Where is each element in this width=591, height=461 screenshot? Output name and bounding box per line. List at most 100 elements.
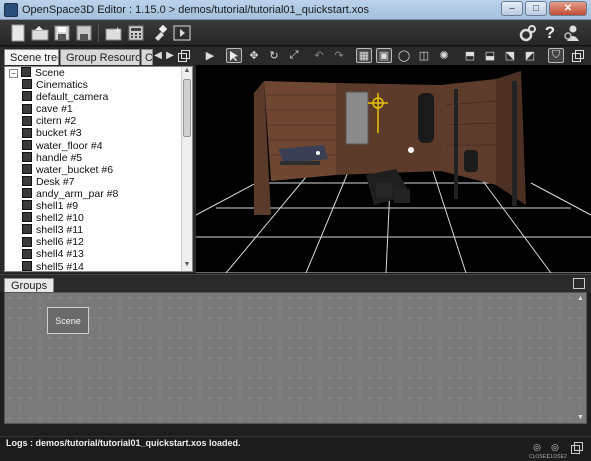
tree-item[interactable]: Desk #7	[5, 176, 192, 188]
tree-item-label: andy_arm_par #8	[36, 187, 119, 200]
groups-canvas[interactable]: Scene ▲ ▼	[4, 292, 587, 424]
groups-scroll-down-icon[interactable]: ▼	[577, 414, 584, 421]
tree-item-label: default_camera	[36, 91, 109, 104]
close-right-label: CLOSE2	[547, 454, 567, 460]
tab-scroll-left-icon[interactable]: ◀	[152, 50, 164, 64]
move-tool-icon[interactable]: ✥	[246, 48, 262, 63]
tree-root-label: Scene	[35, 67, 65, 79]
tab-scroll-right-icon[interactable]: ▶	[164, 50, 176, 64]
redo-icon[interactable]: ↷	[331, 48, 347, 63]
groups-bar: Groups	[0, 274, 591, 293]
light-icon[interactable]: ✺	[436, 48, 452, 63]
maximize-button[interactable]: □	[525, 1, 547, 16]
tree-item-label: shell2 #10	[36, 212, 84, 225]
scroll-down-icon[interactable]: ▼	[182, 261, 192, 271]
object-node-icon	[22, 260, 32, 271]
groups-undock-icon[interactable]	[573, 278, 585, 289]
tree-item[interactable]: citern #2	[5, 115, 192, 127]
wireframe-icon[interactable]: ▣	[376, 48, 392, 63]
tree-item[interactable]: shell4 #13	[5, 248, 192, 260]
tree-item[interactable]: Cinematics	[5, 79, 192, 91]
new-file-icon[interactable]	[8, 23, 28, 43]
scrollbar-thumb[interactable]	[183, 79, 191, 137]
tree-item-label: shell6 #12	[36, 236, 84, 249]
tree-item-label: water_floor #4	[36, 139, 103, 152]
minimize-button[interactable]: –	[501, 1, 523, 16]
scroll-up-icon[interactable]: ▲	[182, 67, 192, 77]
tab-groups[interactable]: Groups	[4, 278, 55, 293]
undo-icon[interactable]: ↶	[311, 48, 327, 63]
tree-item[interactable]: water_floor #4	[5, 140, 192, 152]
select-tool-icon[interactable]	[226, 48, 242, 63]
status-bar: Logs : demos/tutorial/tutorial01_quickst…	[0, 436, 591, 461]
object-node-icon	[22, 127, 32, 138]
sphere-icon[interactable]: ◯	[396, 48, 412, 63]
pin-icon[interactable]	[150, 23, 170, 43]
scene-group-node[interactable]: Scene	[47, 307, 89, 334]
left-panel-tabs: Scene tree Group Resources C ◀ ▶	[0, 49, 196, 65]
app-icon	[4, 3, 18, 17]
collapse-icon[interactable]: −	[9, 68, 18, 78]
rotate-tool-icon[interactable]: ↻	[266, 48, 282, 63]
tree-item[interactable]: bucket #3	[5, 127, 192, 139]
scale-tool-icon[interactable]: ⤢	[286, 48, 302, 63]
save-icon[interactable]	[52, 23, 72, 43]
tree-scrollbar[interactable]: ▲ ▼	[181, 67, 192, 271]
tree-item[interactable]: shell6 #12	[5, 236, 192, 248]
tree-item[interactable]: handle #5	[5, 152, 192, 164]
object-node-icon	[22, 103, 32, 114]
tree-item-label: shell4 #13	[36, 248, 84, 261]
view-perspective-icon[interactable]: ◩	[522, 48, 538, 63]
tree-item[interactable]: default_camera	[5, 91, 192, 103]
bounding-box-icon[interactable]: ◫	[416, 48, 432, 63]
main-toolbar: + ?	[0, 20, 591, 46]
play-icon[interactable]: ▶	[202, 48, 218, 63]
tree-item[interactable]: shell1 #9	[5, 200, 192, 212]
calculator-icon[interactable]	[126, 23, 146, 43]
groups-scrollbar[interactable]: ▲ ▼	[576, 293, 586, 423]
toolbar-separator	[98, 24, 99, 42]
user-settings-icon[interactable]	[562, 23, 582, 43]
tree-item-label: shell5 #14	[36, 260, 84, 272]
help-icon[interactable]: ?	[540, 23, 560, 43]
tree-item[interactable]: shell3 #11	[5, 224, 192, 236]
save-as-icon[interactable]	[74, 23, 94, 43]
view-side-icon[interactable]: ⬓	[482, 48, 498, 63]
object-node-icon	[22, 79, 32, 90]
scene-tree: − Scene Cinematics default_camera cave #1 ci…	[4, 66, 193, 272]
tree-root[interactable]: − Scene	[5, 67, 192, 79]
viewport-undock-icon[interactable]	[570, 48, 586, 63]
tree-item[interactable]: shell2 #10	[5, 212, 192, 224]
run-icon[interactable]	[172, 23, 192, 43]
open-file-icon[interactable]	[30, 23, 50, 43]
groups-scroll-up-icon[interactable]: ▲	[577, 295, 584, 302]
tree-item[interactable]: water_bucket #6	[5, 164, 192, 176]
tree-item[interactable]: andy_arm_par #8	[5, 188, 192, 200]
tree-item[interactable]: shell5 #14	[5, 260, 192, 272]
shield-icon[interactable]: ⛉	[548, 48, 564, 63]
object-node-icon	[22, 248, 32, 259]
tab-group-resources[interactable]: Group Resources	[60, 49, 140, 65]
object-node-icon	[22, 236, 32, 247]
status-undock-icon[interactable]	[570, 442, 584, 456]
object-node-icon	[22, 188, 32, 199]
tab-scene-tree[interactable]: Scene tree	[4, 49, 59, 65]
object-node-icon	[22, 151, 32, 162]
3d-viewport[interactable]	[196, 65, 591, 273]
close-button[interactable]: ✕	[549, 1, 587, 16]
view-front-icon[interactable]: ⬒	[462, 48, 478, 63]
tree-item-label: bucket #3	[36, 127, 82, 140]
view-top-icon[interactable]: ⬔	[502, 48, 518, 63]
logs-text: Logs : demos/tutorial/tutorial01_quickst…	[6, 438, 241, 448]
undock-icon[interactable]	[178, 50, 190, 64]
add-object-icon[interactable]: +	[104, 23, 124, 43]
tree-item-label: Cinematics	[36, 79, 88, 92]
object-node-icon	[22, 115, 32, 126]
tree-item-label: Desk #7	[36, 175, 75, 188]
object-node-icon	[22, 91, 32, 102]
grid-view-icon[interactable]: ▦	[356, 48, 372, 63]
settings-icon[interactable]	[518, 23, 538, 43]
window-controls: – □ ✕	[501, 1, 587, 16]
tree-item[interactable]: cave #1	[5, 103, 192, 115]
object-node-icon	[22, 163, 32, 174]
